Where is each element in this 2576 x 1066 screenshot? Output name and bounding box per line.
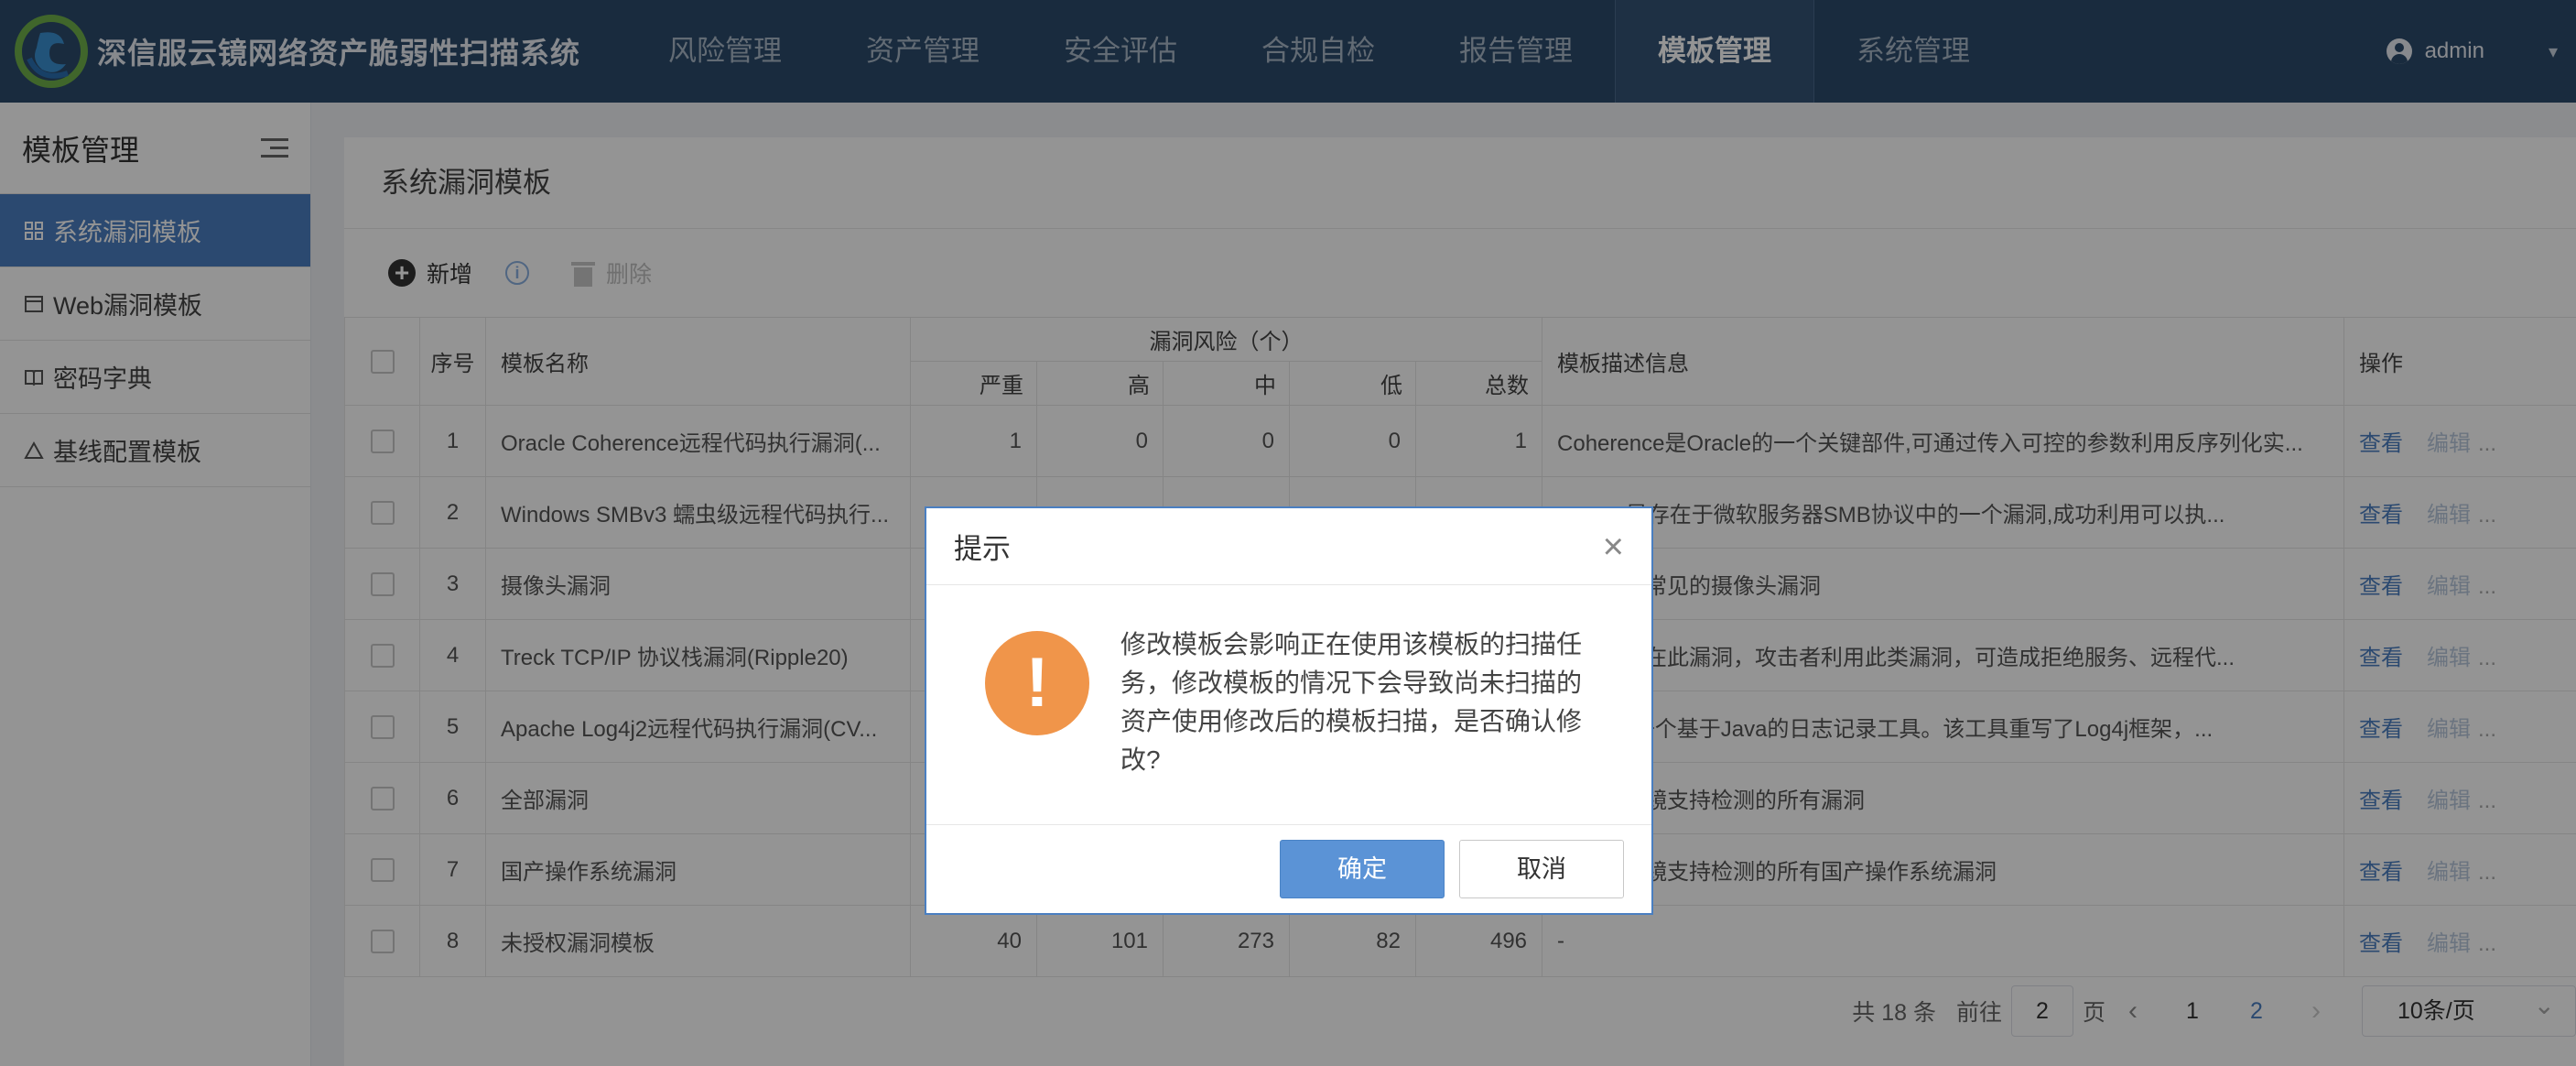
- confirm-button[interactable]: 确定: [1280, 840, 1445, 898]
- close-icon[interactable]: ×: [1603, 528, 1624, 565]
- dialog-title: 提示: [954, 533, 1011, 565]
- confirm-dialog: 提示 × ! 修改模板会影响正在使用该模板的扫描任务，修改模板的情况下会导致尚未…: [925, 506, 1653, 915]
- dialog-body: ! 修改模板会影响正在使用该模板的扫描任务，修改模板的情况下会导致尚未扫描的资产…: [926, 585, 1651, 825]
- cancel-button[interactable]: 取消: [1459, 840, 1624, 898]
- warning-icon: !: [985, 631, 1089, 735]
- dialog-footer: 确定 取消: [926, 825, 1651, 913]
- dialog-message: 修改模板会影响正在使用该模板的扫描任务，修改模板的情况下会导致尚未扫描的资产使用…: [1120, 630, 1583, 774]
- dialog-header: 提示 ×: [926, 508, 1651, 585]
